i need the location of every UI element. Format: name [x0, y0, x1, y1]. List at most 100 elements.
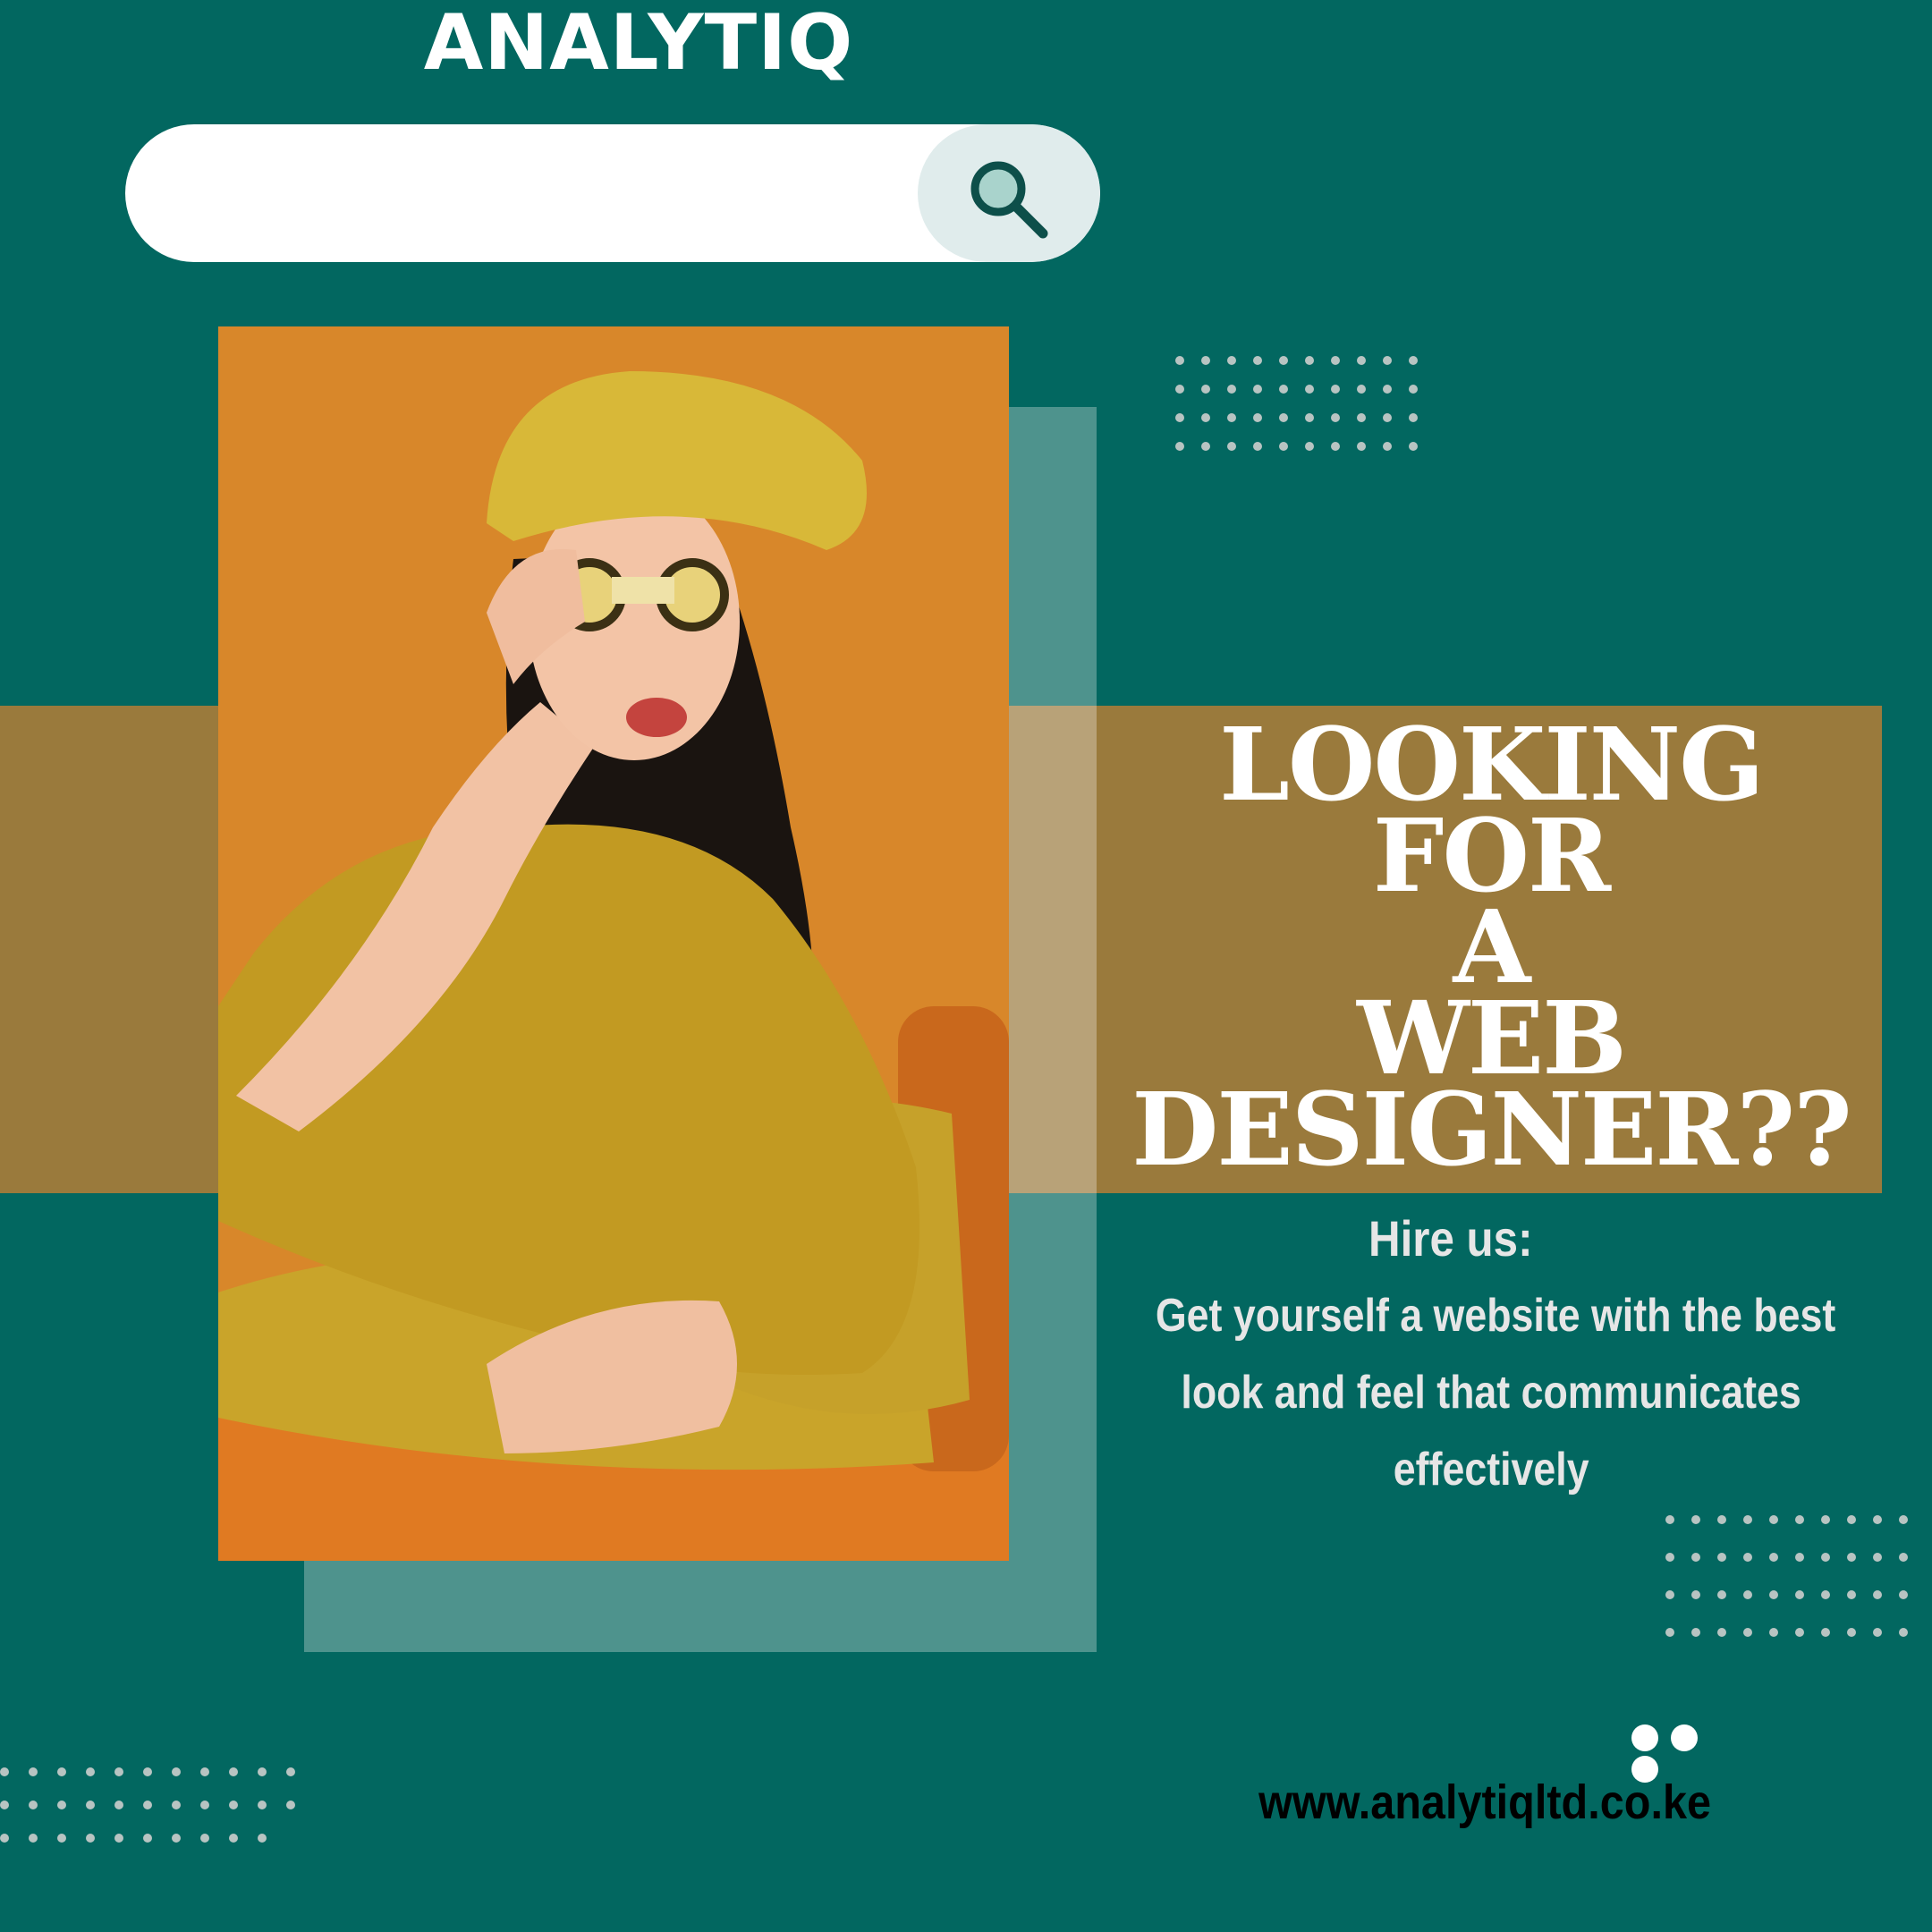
decor-dot — [172, 1767, 181, 1776]
decor-dot — [1795, 1515, 1804, 1524]
brand-title: ANALYTIQ — [423, 0, 854, 88]
decor-dot — [1899, 1590, 1908, 1599]
decor-dot — [1357, 385, 1366, 394]
decor-dot — [1873, 1515, 1882, 1524]
decor-dot — [1899, 1515, 1908, 1524]
decor-dot — [57, 1801, 66, 1809]
decor-dot — [1847, 1628, 1856, 1637]
decor-dot — [1175, 442, 1184, 451]
decor-dot — [258, 1801, 267, 1809]
decor-dot — [1253, 356, 1262, 365]
decor-dot — [1253, 385, 1262, 394]
decor-dot — [1665, 1515, 1674, 1524]
decor-dot — [229, 1767, 238, 1776]
dot-grid-bottom-left — [0, 1767, 295, 1843]
decor-dot — [1357, 442, 1366, 451]
decor-dot — [1717, 1515, 1726, 1524]
decor-dot — [286, 1801, 295, 1809]
decor-dot — [29, 1801, 38, 1809]
decor-dot — [1383, 442, 1392, 451]
headline-line: DESIGNER?? — [1131, 1072, 1852, 1189]
decor-dot — [1691, 1515, 1700, 1524]
decor-dot — [86, 1834, 95, 1843]
decor-dot — [114, 1801, 123, 1809]
decor-dot — [1691, 1553, 1700, 1562]
decor-dot — [1227, 385, 1236, 394]
decor-dot — [1795, 1628, 1804, 1637]
decor-dot — [143, 1801, 152, 1809]
decor-dot — [1847, 1515, 1856, 1524]
decor-dot — [0, 1834, 9, 1843]
website-link[interactable]: www.analytiqltd.co.ke — [1118, 1775, 1852, 1830]
decor-dot — [1769, 1553, 1778, 1562]
decor-dot — [1899, 1553, 1908, 1562]
search-button[interactable] — [918, 124, 1100, 262]
decor-dot — [1691, 1628, 1700, 1637]
decor-dot — [1743, 1628, 1752, 1637]
pitch-text: Get yourself a website with the best loo… — [1100, 1277, 1882, 1508]
decor-dot — [1305, 385, 1314, 394]
decor-dot — [1743, 1515, 1752, 1524]
decor-dot — [1201, 356, 1210, 365]
decor-dot — [114, 1834, 123, 1843]
decor-dot — [86, 1801, 95, 1809]
decor-dot — [172, 1801, 181, 1809]
decor-dot — [1665, 1553, 1674, 1562]
decor-dot — [1409, 385, 1418, 394]
decor-dot — [1821, 1515, 1830, 1524]
decor-dot — [1201, 413, 1210, 422]
decor-dot — [200, 1801, 209, 1809]
decor-dot — [1175, 413, 1184, 422]
decor-dot — [1331, 385, 1340, 394]
decor-dot — [114, 1767, 123, 1776]
decor-dot — [1331, 442, 1340, 451]
decor-dot — [86, 1767, 95, 1776]
decor-dot — [0, 1767, 9, 1776]
decor-dot — [143, 1767, 152, 1776]
decor-dot — [1717, 1553, 1726, 1562]
decor-dot — [29, 1767, 38, 1776]
decor-dot — [1899, 1628, 1908, 1637]
decor-dot — [57, 1834, 66, 1843]
decor-dot — [1795, 1553, 1804, 1562]
dot-grid-right — [1665, 1515, 1908, 1637]
decor-dot — [57, 1767, 66, 1776]
decor-dot — [1743, 1553, 1752, 1562]
decor-dot — [1769, 1515, 1778, 1524]
decor-dot — [1279, 413, 1288, 422]
search-bar[interactable] — [125, 124, 1100, 262]
decor-dot — [229, 1801, 238, 1809]
decor-dot — [1305, 356, 1314, 365]
decor-dot — [1665, 1628, 1674, 1637]
decor-dot — [1383, 413, 1392, 422]
decor-dot — [1769, 1590, 1778, 1599]
decor-dot — [286, 1767, 295, 1776]
decor-dot — [258, 1834, 267, 1843]
decor-dot — [258, 1767, 267, 1776]
decor-dot — [1691, 1590, 1700, 1599]
decor-dot — [1279, 385, 1288, 394]
decor-dot — [1665, 1590, 1674, 1599]
headline: LOOKING FOR A WEB DESIGNER?? — [1100, 716, 1882, 1189]
decor-dot — [1873, 1553, 1882, 1562]
decor-dot — [1873, 1628, 1882, 1637]
more-dots-icon — [1631, 1724, 1748, 1783]
pitch-line: effectively — [1393, 1444, 1589, 1496]
decor-dot — [1201, 442, 1210, 451]
decor-dot — [1227, 413, 1236, 422]
search-icon — [970, 161, 1048, 239]
decor-dot — [1305, 442, 1314, 451]
pitch-line: Get yourself a website with the best — [1155, 1290, 1836, 1342]
decor-dot — [1383, 385, 1392, 394]
decor-dot — [1769, 1628, 1778, 1637]
decor-dot — [1409, 413, 1418, 422]
decor-dot — [1279, 442, 1288, 451]
decor-dot — [1717, 1590, 1726, 1599]
decor-dot — [1175, 385, 1184, 394]
decor-dot — [1279, 356, 1288, 365]
decor-dot — [1357, 413, 1366, 422]
decor-dot — [1409, 442, 1418, 451]
decor-dot — [1227, 442, 1236, 451]
decor-dot — [1717, 1628, 1726, 1637]
decor-dot — [1331, 413, 1340, 422]
